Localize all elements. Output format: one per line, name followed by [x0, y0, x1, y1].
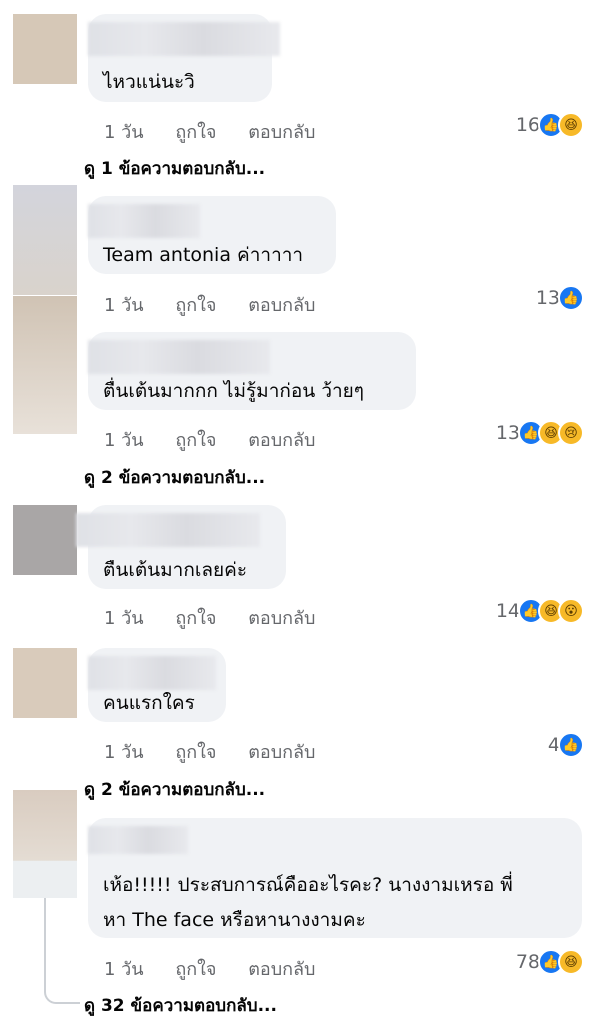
comment-actions: 1 วัน ถูกใจ ตอบกลับ	[104, 425, 341, 454]
timestamp[interactable]: 1 วัน	[104, 959, 144, 980]
comment-bubble: ไหวแน่นะวิ	[88, 14, 280, 102]
author-name-blurred[interactable]	[76, 513, 260, 547]
avatar[interactable]	[13, 14, 77, 84]
comment-text-line-2: หา The face หรือหานางงามคะ	[103, 909, 366, 931]
author-name-blurred[interactable]	[88, 340, 270, 374]
haha-icon: 😆	[558, 949, 584, 975]
reaction-count: 14	[495, 600, 520, 622]
like-button[interactable]: ถูกใจ	[175, 742, 216, 763]
thread-line	[44, 898, 46, 988]
comment-actions: 1 วัน ถูกใจ ตอบกลับ	[104, 603, 341, 632]
comment-text: ตืนเต้นมากเลยค่ะ	[103, 559, 248, 581]
like-icon: 👍	[558, 285, 584, 311]
wow-icon: 😮	[558, 598, 584, 624]
avatar[interactable]	[13, 185, 77, 295]
timestamp[interactable]: 1 วัน	[104, 742, 144, 763]
avatar[interactable]	[13, 790, 77, 898]
reply-button[interactable]: ตอบกลับ	[248, 742, 315, 763]
reaction-count: 13	[535, 287, 560, 309]
sad-icon: 😢	[558, 420, 584, 446]
reactions[interactable]: 13 👍 😆 😢	[496, 420, 584, 446]
comment-bubble: ตื่นเต้นมากกก ไม่รู้มาก่อน ว้ายๆ	[88, 332, 416, 410]
comment-text-line-1: เห้อ!!!!! ประสบการณ์คืออะไรคะ? นางงามเหร…	[103, 874, 513, 896]
like-button[interactable]: ถูกใจ	[175, 122, 216, 143]
avatar[interactable]	[13, 296, 77, 434]
reaction-count: 13	[495, 422, 520, 444]
comment-bubble: คนแรกใคร	[88, 648, 226, 722]
view-replies-link[interactable]: ดู 2 ข้อความตอบกลับ...	[84, 464, 265, 491]
comment-bubble: เห้อ!!!!! ประสบการณ์คืออะไรคะ? นางงามเหร…	[88, 818, 582, 938]
avatar[interactable]	[13, 648, 77, 718]
like-button[interactable]: ถูกใจ	[175, 959, 216, 980]
comment-actions: 1 วัน ถูกใจ ตอบกลับ	[104, 737, 341, 766]
author-name-blurred[interactable]	[88, 656, 216, 690]
view-replies-link[interactable]: ดู 1 ข้อความตอบกลับ...	[84, 155, 265, 182]
author-name-blurred[interactable]	[88, 22, 280, 56]
reactions[interactable]: 4 👍	[548, 732, 584, 758]
timestamp[interactable]: 1 วัน	[104, 122, 144, 143]
reply-button[interactable]: ตอบกลับ	[248, 122, 315, 143]
comment-bubble: Team antonia ค่าาาาา	[88, 196, 336, 274]
timestamp[interactable]: 1 วัน	[104, 295, 144, 316]
like-button[interactable]: ถูกใจ	[175, 295, 216, 316]
like-button[interactable]: ถูกใจ	[175, 608, 216, 629]
avatar[interactable]	[13, 505, 77, 575]
reactions[interactable]: 16 👍 😆	[516, 112, 584, 138]
comment-actions: 1 วัน ถูกใจ ตอบกลับ	[104, 290, 341, 319]
like-button[interactable]: ถูกใจ	[175, 430, 216, 451]
reply-button[interactable]: ตอบกลับ	[248, 430, 315, 451]
view-replies-link[interactable]: ดู 32 ข้อความตอบกลับ...	[84, 992, 277, 1019]
comment-actions: 1 วัน ถูกใจ ตอบกลับ	[104, 117, 341, 146]
reactions[interactable]: 13 👍	[536, 285, 584, 311]
haha-icon: 😆	[558, 112, 584, 138]
timestamp[interactable]: 1 วัน	[104, 430, 144, 451]
comment-actions: 1 วัน ถูกใจ ตอบกลับ	[104, 954, 341, 983]
comment-text: ไหวแน่นะวิ	[103, 71, 195, 93]
like-icon: 👍	[558, 732, 584, 758]
thread-connector	[44, 986, 80, 1004]
timestamp[interactable]: 1 วัน	[104, 608, 144, 629]
comment-text: Team antonia ค่าาาาา	[103, 244, 304, 266]
reply-button[interactable]: ตอบกลับ	[248, 295, 315, 316]
reaction-count: 78	[515, 951, 540, 973]
view-replies-link[interactable]: ดู 2 ข้อความตอบกลับ...	[84, 776, 265, 803]
comment-bubble: ตืนเต้นมากเลยค่ะ	[76, 505, 286, 589]
reply-button[interactable]: ตอบกลับ	[248, 608, 315, 629]
reactions[interactable]: 78 👍 😆	[516, 949, 584, 975]
author-name-blurred[interactable]	[88, 826, 188, 854]
reactions[interactable]: 14 👍 😆 😮	[496, 598, 584, 624]
reply-button[interactable]: ตอบกลับ	[248, 959, 315, 980]
author-name-blurred[interactable]	[88, 204, 200, 238]
reaction-count: 16	[515, 114, 540, 136]
comment-text: คนแรกใคร	[103, 692, 195, 714]
comment-text: ตื่นเต้นมากกก ไม่รู้มาก่อน ว้ายๆ	[103, 380, 364, 402]
